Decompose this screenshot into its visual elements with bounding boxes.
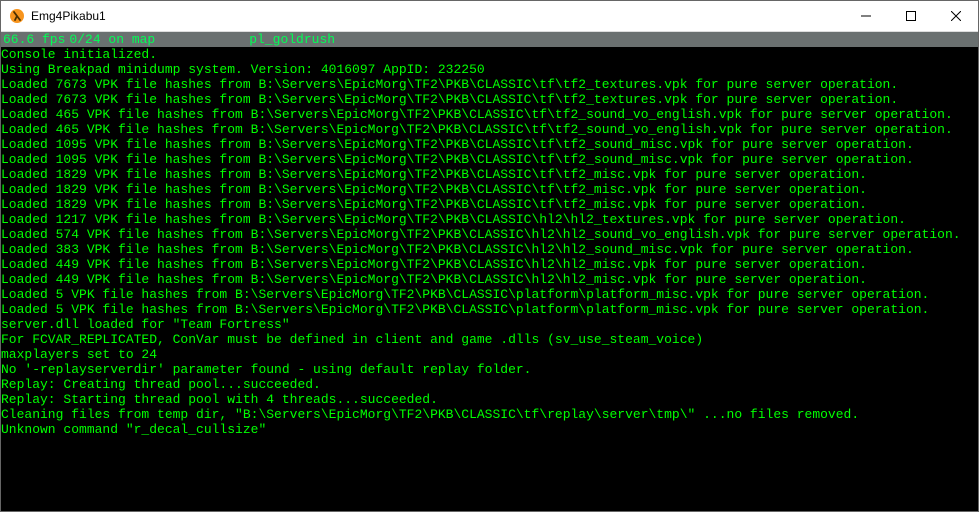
- console-line: Loaded 5 VPK file hashes from B:\Servers…: [1, 302, 978, 317]
- console-output: Console initialized.Using Breakpad minid…: [1, 47, 978, 437]
- console-line: Loaded 449 VPK file hashes from B:\Serve…: [1, 272, 978, 287]
- console-line: Loaded 383 VPK file hashes from B:\Serve…: [1, 242, 978, 257]
- console-line: Loaded 7673 VPK file hashes from B:\Serv…: [1, 92, 978, 107]
- console-line: No '-replayserverdir' parameter found - …: [1, 362, 978, 377]
- console-line: server.dll loaded for "Team Fortress": [1, 317, 978, 332]
- console-line: Loaded 574 VPK file hashes from B:\Serve…: [1, 227, 978, 242]
- status-map: pl_goldrush: [249, 32, 335, 47]
- console-line: Replay: Starting thread pool with 4 thre…: [1, 392, 978, 407]
- console-line: For FCVAR_REPLICATED, ConVar must be def…: [1, 332, 978, 347]
- console-line: Loaded 465 VPK file hashes from B:\Serve…: [1, 122, 978, 137]
- app-icon: [9, 8, 25, 24]
- console-line: Loaded 1829 VPK file hashes from B:\Serv…: [1, 167, 978, 182]
- console-line: Loaded 7673 VPK file hashes from B:\Serv…: [1, 77, 978, 92]
- status-fps: 66.6 fps: [3, 32, 65, 47]
- window-controls: [843, 1, 978, 31]
- titlebar[interactable]: Emg4Pikabu1: [1, 1, 978, 32]
- console-line: Loaded 1095 VPK file hashes from B:\Serv…: [1, 152, 978, 167]
- console-line: Loaded 465 VPK file hashes from B:\Serve…: [1, 107, 978, 122]
- console-body[interactable]: 66.6 fps 0/24 on map pl_goldrush Console…: [1, 32, 978, 511]
- console-line: Loaded 1095 VPK file hashes from B:\Serv…: [1, 137, 978, 152]
- console-line: Loaded 1217 VPK file hashes from B:\Serv…: [1, 212, 978, 227]
- console-line: maxplayers set to 24: [1, 347, 978, 362]
- console-line: Loaded 1829 VPK file hashes from B:\Serv…: [1, 182, 978, 197]
- console-line: Replay: Creating thread pool...succeeded…: [1, 377, 978, 392]
- window-title: Emg4Pikabu1: [31, 9, 843, 23]
- maximize-button[interactable]: [888, 1, 933, 31]
- minimize-button[interactable]: [843, 1, 888, 31]
- console-line: Using Breakpad minidump system. Version:…: [1, 62, 978, 77]
- console-line: Loaded 449 VPK file hashes from B:\Serve…: [1, 257, 978, 272]
- console-line: Unknown command "r_decal_cullsize": [1, 422, 978, 437]
- console-line: Loaded 5 VPK file hashes from B:\Servers…: [1, 287, 978, 302]
- console-line: Console initialized.: [1, 47, 978, 62]
- close-button[interactable]: [933, 1, 978, 31]
- status-line: 66.6 fps 0/24 on map pl_goldrush: [1, 32, 978, 47]
- status-on-map: 0/24 on map: [69, 32, 155, 47]
- console-window: Emg4Pikabu1 66.6 fps 0/24 on map pl_gold…: [0, 0, 979, 512]
- console-line: Cleaning files from temp dir, "B:\Server…: [1, 407, 978, 422]
- console-line: Loaded 1829 VPK file hashes from B:\Serv…: [1, 197, 978, 212]
